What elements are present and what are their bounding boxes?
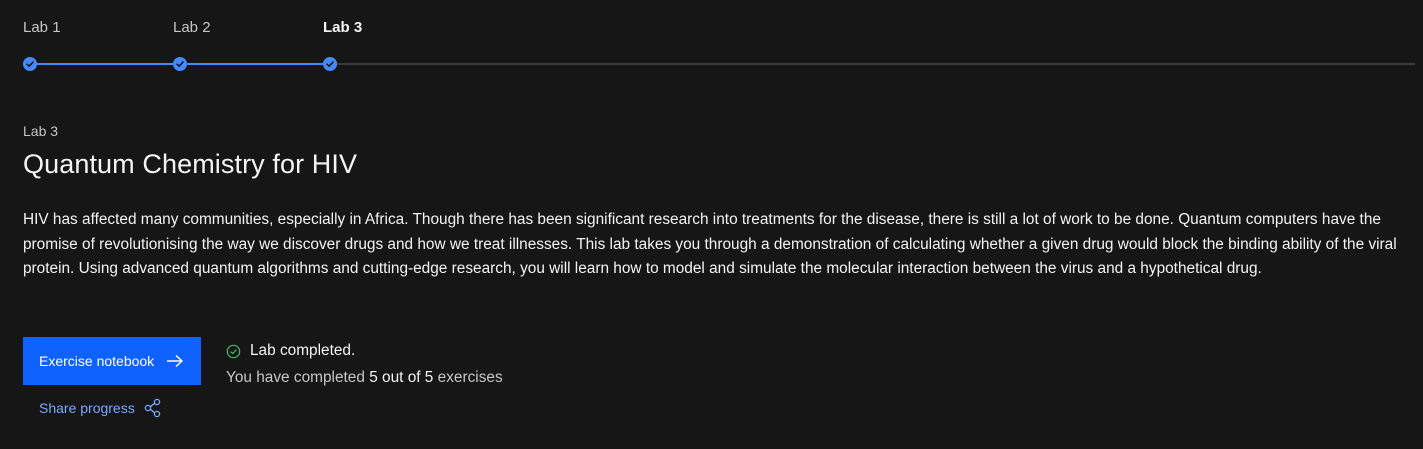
exercise-progress-text: You have completed 5 out of 5 exercises — [226, 369, 503, 387]
lab-description: HIV has affected many communities, espec… — [23, 211, 1397, 277]
step-complete-icon[interactable] — [173, 57, 187, 71]
step-label-lab-1[interactable]: Lab 1 — [23, 19, 61, 36]
lab-status: Lab completed. You have completed 5 out … — [226, 342, 503, 387]
step-complete-icon[interactable] — [323, 57, 337, 71]
progress-count: 5 out of 5 — [369, 369, 434, 386]
lab-page: Lab 1 Lab 2 Lab 3 Lab 3 Quantum Chemistr… — [0, 0, 1423, 449]
lab-title: Quantum Chemistry for HIV — [23, 149, 358, 179]
share-progress-link[interactable]: Share progress — [39, 398, 162, 418]
progress-prefix: You have completed — [226, 369, 365, 386]
checkmark-outline-icon — [226, 344, 241, 359]
step-label-lab-3[interactable]: Lab 3 — [323, 19, 362, 36]
exercise-notebook-button[interactable]: Exercise notebook — [23, 337, 201, 385]
step-label-lab-2[interactable]: Lab 2 — [173, 19, 211, 36]
exercise-notebook-button-label: Exercise notebook — [39, 353, 155, 369]
progress-suffix: exercises — [437, 369, 503, 386]
step-complete-icon[interactable] — [23, 57, 37, 71]
lab-completed-status: Lab completed. — [226, 342, 503, 360]
share-icon — [144, 398, 162, 418]
lab-completed-text: Lab completed. — [250, 342, 356, 359]
lab-progress-stepper: Lab 1 Lab 2 Lab 3 — [23, 0, 1415, 80]
arrow-right-icon — [166, 354, 184, 368]
share-progress-label: Share progress — [39, 400, 135, 416]
lab-eyebrow: Lab 3 — [23, 123, 59, 139]
progress-track-remaining — [330, 63, 1415, 65]
